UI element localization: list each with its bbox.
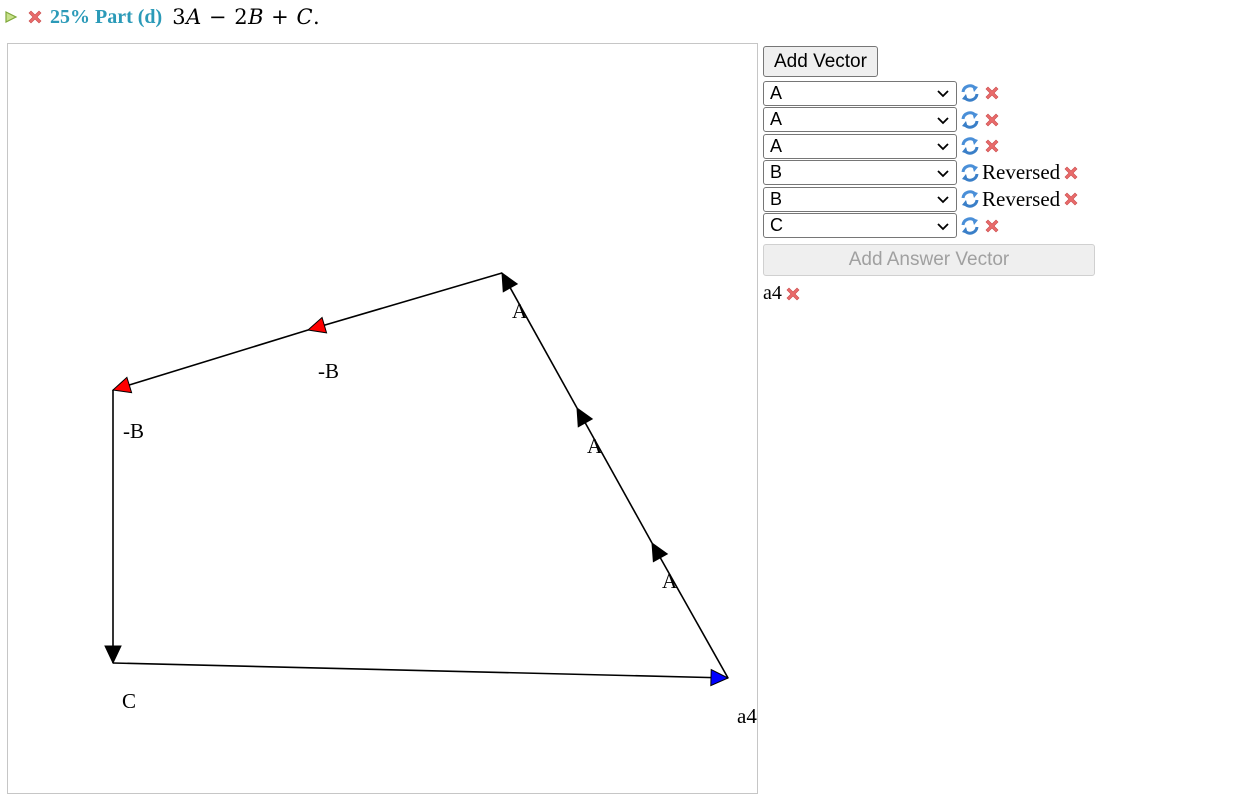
- reversed-arrowhead: [111, 376, 133, 394]
- answer-vector-label: a4: [763, 282, 782, 304]
- chevron-down-icon: [937, 143, 949, 151]
- vector-select[interactable]: A: [763, 133, 957, 159]
- vector-select-value: B: [770, 188, 783, 209]
- vector-select-value: A: [770, 109, 783, 130]
- vector-drawing-canvas[interactable]: a4 A A A -B -B C: [7, 43, 758, 794]
- vector-line[interactable]: [501, 272, 578, 409]
- vector-line[interactable]: [576, 407, 653, 544]
- vector-select-value: A: [770, 82, 783, 103]
- delete-answer-icon[interactable]: [784, 285, 802, 303]
- vector-row: B Reversed: [763, 160, 1103, 187]
- vector-select[interactable]: B: [763, 160, 957, 186]
- vector-arrowhead: [651, 541, 669, 563]
- reverse-refresh-icon[interactable]: [959, 135, 981, 157]
- reversed-arrowhead: [306, 316, 328, 334]
- add-answer-vector-button[interactable]: Add Answer Vector: [763, 244, 1095, 276]
- vector-row: A: [763, 107, 1103, 134]
- delete-vector-icon[interactable]: [1062, 164, 1080, 182]
- vector-label: C: [122, 689, 136, 713]
- vector-label: -B: [123, 419, 144, 443]
- add-vector-button[interactable]: Add Vector: [763, 46, 878, 77]
- delete-vector-icon[interactable]: [983, 111, 1001, 129]
- reversed-label: Reversed: [982, 160, 1061, 185]
- vector-line[interactable]: [307, 272, 503, 331]
- delete-vector-icon[interactable]: [983, 137, 1001, 155]
- reverse-refresh-icon[interactable]: [959, 109, 981, 131]
- vector-line[interactable]: [112, 329, 309, 391]
- reverse-refresh-icon[interactable]: [959, 82, 981, 104]
- vector-row: A: [763, 80, 1103, 107]
- vector-select-value: C: [770, 215, 783, 236]
- vector-label: A: [587, 434, 603, 458]
- vector-select-value: A: [770, 135, 783, 156]
- vector-arrowhead: [104, 645, 122, 665]
- vector-line[interactable]: [651, 542, 729, 679]
- chevron-down-icon: [937, 117, 949, 125]
- reverse-refresh-icon[interactable]: [959, 188, 981, 210]
- vector-select-value: B: [770, 162, 783, 183]
- vector-row: C: [763, 213, 1103, 240]
- vector-control-panel: Add Vector A A A B Reversed B Reversed C Add An…: [763, 46, 1103, 305]
- vector-arrowhead: [501, 271, 519, 293]
- delete-vector-icon[interactable]: [983, 84, 1001, 102]
- delete-vector-icon[interactable]: [983, 217, 1001, 235]
- vector-label: -B: [318, 359, 339, 383]
- vector-label: A: [512, 299, 528, 323]
- answer-vector-item: a4: [763, 282, 1103, 305]
- reverse-refresh-icon[interactable]: [959, 215, 981, 237]
- vector-select[interactable]: A: [763, 80, 957, 106]
- chevron-down-icon: [937, 223, 949, 231]
- vector-select[interactable]: B: [763, 186, 957, 212]
- reverse-refresh-icon[interactable]: [959, 162, 981, 184]
- reversed-label: Reversed: [982, 186, 1061, 211]
- vector-arrowhead: [576, 406, 594, 428]
- vector-row: A: [763, 133, 1103, 160]
- vector-select[interactable]: C: [763, 213, 957, 239]
- vector-select[interactable]: A: [763, 107, 957, 133]
- answer-vector-line[interactable]: [112, 662, 729, 679]
- answer-vector-label: a4: [737, 704, 757, 728]
- vector-list: A A A B Reversed B Reversed C: [763, 80, 1103, 239]
- vector-row: B Reversed: [763, 186, 1103, 213]
- chevron-down-icon: [937, 90, 949, 98]
- chevron-down-icon: [937, 170, 949, 178]
- vector-label: A: [662, 569, 678, 593]
- chevron-down-icon: [937, 196, 949, 204]
- delete-vector-icon[interactable]: [1062, 190, 1080, 208]
